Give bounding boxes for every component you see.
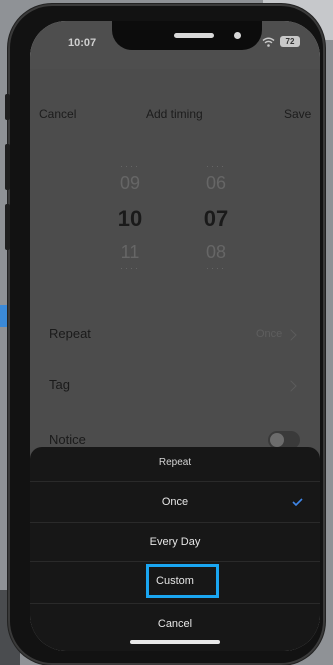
minute-picker[interactable]: ···· 06 07 08 ···· (196, 161, 236, 275)
picker-fade-bottom: ···· (206, 263, 226, 273)
minute-below: 08 (205, 242, 227, 262)
hour-picker[interactable]: ···· 09 10 11 ···· (110, 161, 150, 275)
option-every-day[interactable]: Every Day (30, 536, 320, 548)
chevron-right-icon (285, 380, 297, 392)
minute-above: 06 (205, 173, 227, 193)
tag-label: Tag (49, 377, 70, 392)
side-button-mute (5, 94, 10, 120)
repeat-bottom-sheet: Repeat Once Every Day Custom Cancel (30, 447, 320, 651)
picker-fade-bottom: ···· (120, 263, 140, 273)
hour-selected: 10 (117, 206, 143, 231)
phone-screen: 10:07 72 Cancel Add timing Save ···· 09 … (30, 21, 320, 651)
repeat-label: Repeat (49, 326, 91, 341)
picker-fade-top: ···· (120, 161, 140, 171)
hour-above: 09 (119, 173, 141, 193)
repeat-value: Once (256, 328, 283, 340)
side-button-volume-up (5, 144, 10, 190)
notch-camera (234, 32, 241, 39)
divider (30, 603, 320, 604)
phone-frame: 10:07 72 Cancel Add timing Save ···· 09 … (5, 4, 325, 665)
divider (30, 481, 320, 482)
wifi-icon (262, 37, 275, 47)
option-once[interactable]: Once (30, 496, 320, 508)
side-button-volume-down (5, 204, 10, 250)
minute-selected: 07 (203, 206, 229, 231)
custom-highlight-box (146, 564, 219, 598)
cancel-button[interactable]: Cancel (39, 107, 76, 121)
page-title: Add timing (146, 107, 203, 121)
home-indicator (130, 640, 220, 644)
notice-label: Notice (49, 432, 86, 447)
sheet-cancel-button[interactable]: Cancel (30, 618, 320, 630)
checkmark-icon (292, 498, 303, 506)
chevron-right-icon (285, 329, 297, 341)
battery-icon: 72 (280, 36, 300, 47)
divider (30, 522, 320, 523)
notch-speaker (174, 33, 214, 38)
save-button[interactable]: Save (284, 107, 311, 121)
picker-fade-top: ···· (206, 161, 226, 171)
hour-below: 11 (120, 242, 140, 262)
status-time: 10:07 (68, 37, 97, 49)
notch (112, 21, 262, 50)
toggle-knob (270, 433, 284, 447)
divider (30, 561, 320, 562)
status-icons: 72 (262, 36, 300, 47)
sheet-title: Repeat (158, 457, 192, 468)
